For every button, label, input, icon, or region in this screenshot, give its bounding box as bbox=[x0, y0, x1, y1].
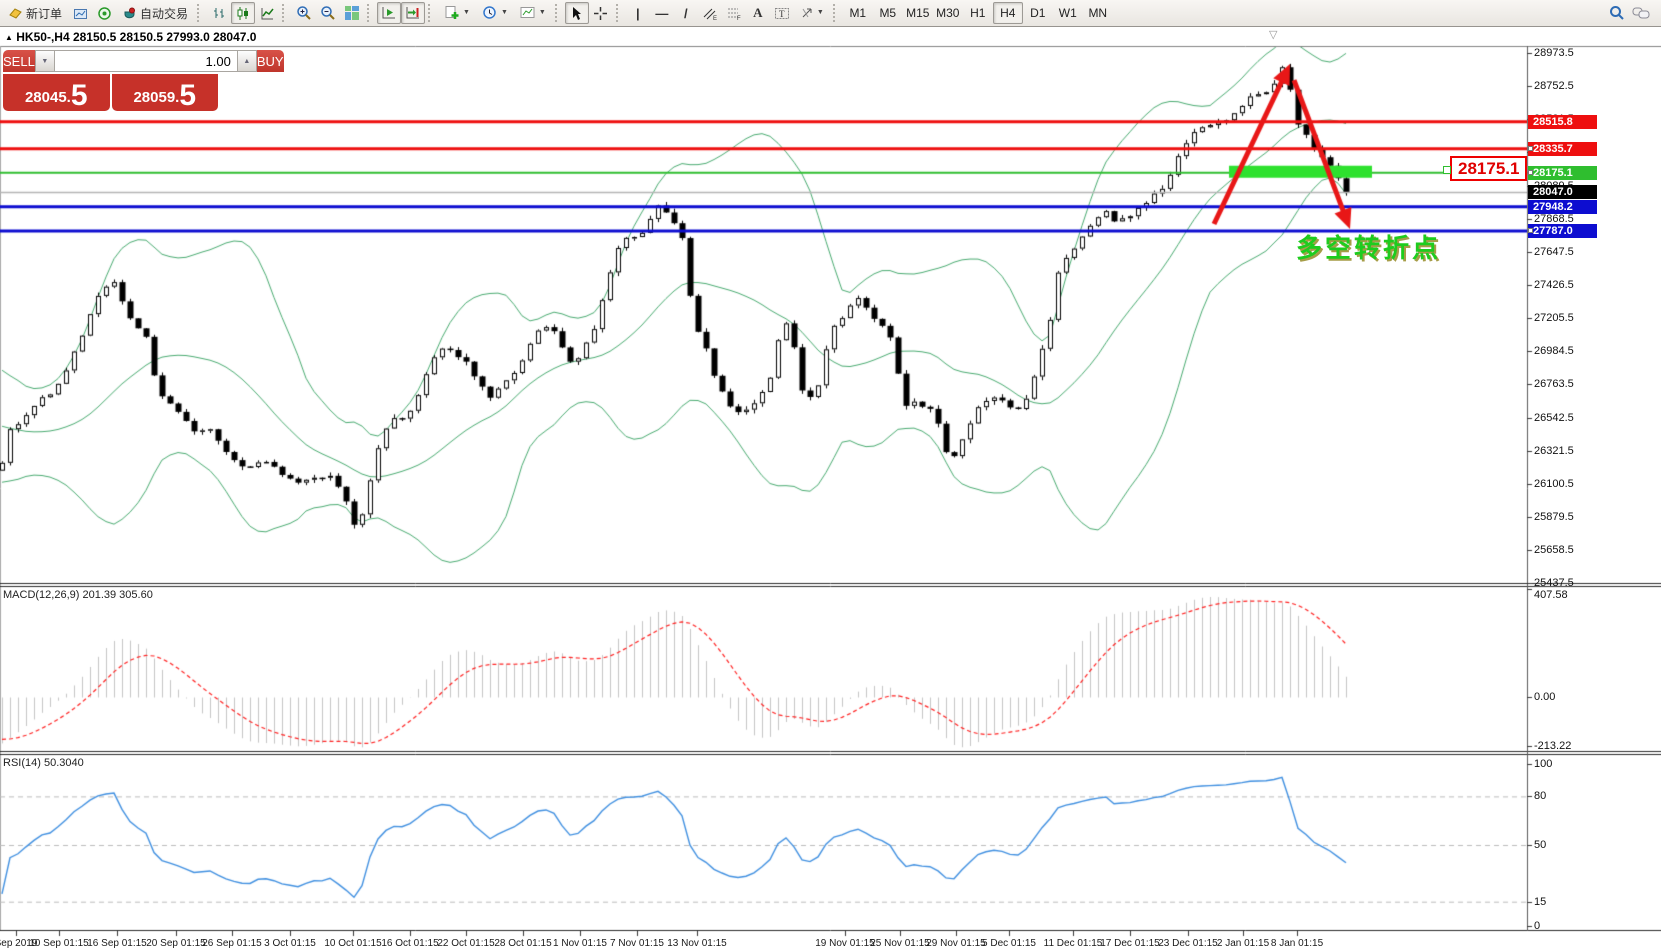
price-callout-label[interactable]: 28175.1 bbox=[1450, 156, 1527, 181]
timeframe-m5[interactable]: M5 bbox=[873, 2, 903, 24]
timeframe-m1[interactable]: M1 bbox=[843, 2, 873, 24]
volume-group: ▼ ▲ bbox=[35, 50, 257, 72]
cursor-button[interactable] bbox=[565, 2, 589, 24]
expert-advisors-button[interactable] bbox=[92, 2, 116, 24]
chevron-down-icon: ▼ bbox=[539, 10, 546, 16]
new-order-icon bbox=[8, 6, 23, 21]
chart-window-button[interactable] bbox=[68, 2, 92, 24]
chart-shift-button[interactable] bbox=[401, 2, 425, 24]
main-toolbar: 新订单 自动交易 bbox=[0, 0, 1661, 27]
label-button[interactable]: T bbox=[770, 2, 794, 24]
chart-canvas[interactable] bbox=[0, 0, 1661, 952]
autotrading-button[interactable]: 自动交易 bbox=[116, 2, 194, 24]
new-order-button[interactable]: 新订单 bbox=[2, 2, 68, 24]
buy-price-pip: 5 bbox=[179, 82, 196, 110]
zoom-out-button[interactable] bbox=[316, 2, 340, 24]
toolbar-grip bbox=[197, 4, 204, 22]
timeframe-d1[interactable]: D1 bbox=[1023, 2, 1053, 24]
chat-button[interactable] bbox=[1629, 2, 1653, 24]
toolbar-right-group bbox=[1605, 2, 1653, 24]
periods-button[interactable]: ▼ bbox=[476, 2, 514, 24]
zoom-in-button[interactable] bbox=[292, 2, 316, 24]
label-icon: T bbox=[774, 6, 790, 21]
indicators-button[interactable]: ▼ bbox=[438, 2, 476, 24]
svg-text:F: F bbox=[737, 16, 741, 21]
fibonacci-button[interactable]: F bbox=[722, 2, 746, 24]
chart-shift-marker-icon[interactable]: ▽ bbox=[1269, 28, 1277, 41]
cursor-icon bbox=[569, 6, 584, 21]
vertical-line-button[interactable]: | bbox=[626, 2, 650, 24]
chart-window-icon bbox=[73, 6, 88, 21]
buy-price[interactable]: 28059.5 bbox=[112, 74, 219, 111]
expert-advisors-icon bbox=[97, 6, 112, 21]
horizontal-line-button[interactable]: — bbox=[650, 2, 674, 24]
chevron-down-icon: ▼ bbox=[817, 10, 824, 16]
timeframe-m30[interactable]: M30 bbox=[933, 2, 963, 24]
volume-increase-button[interactable]: ▲ bbox=[237, 50, 257, 72]
equidistant-channel-button[interactable]: E bbox=[698, 2, 722, 24]
bar-chart-icon bbox=[212, 6, 227, 21]
candlestick-chart-icon bbox=[236, 6, 251, 21]
equidistant-channel-icon: E bbox=[702, 6, 718, 21]
chart-annotation-text[interactable]: 多空转折点 bbox=[1296, 228, 1441, 265]
line-chart-button[interactable] bbox=[255, 2, 279, 24]
buy-button[interactable]: BUY bbox=[257, 50, 284, 72]
periods-clock-icon bbox=[482, 5, 498, 21]
line-chart-icon bbox=[260, 6, 275, 21]
toolbar-grip bbox=[282, 4, 289, 22]
toolbar-grip bbox=[367, 4, 374, 22]
fibonacci-icon: F bbox=[726, 6, 742, 21]
svg-text:T: T bbox=[779, 9, 785, 19]
terminal-window: 新订单 自动交易 bbox=[0, 0, 1661, 952]
symbol-info: ▲ HK50-,H4 28150.5 28150.5 27993.0 28047… bbox=[5, 30, 256, 44]
auto-scroll-icon bbox=[381, 5, 397, 21]
buy-price-main: 28059 bbox=[133, 89, 175, 110]
sell-button[interactable]: SELL bbox=[3, 50, 35, 72]
sell-price[interactable]: 28045.5 bbox=[3, 74, 110, 111]
arrows-button[interactable]: ▼ bbox=[794, 2, 830, 24]
search-icon bbox=[1609, 5, 1625, 21]
chat-icon bbox=[1632, 5, 1650, 21]
candlestick-chart-button[interactable] bbox=[231, 2, 255, 24]
indicators-icon bbox=[444, 5, 460, 21]
chevron-down-icon: ▼ bbox=[463, 10, 470, 16]
toolbar-grip bbox=[428, 4, 435, 22]
arrows-icon bbox=[800, 6, 814, 20]
chevron-down-icon: ▼ bbox=[501, 10, 508, 16]
new-order-label: 新订单 bbox=[26, 5, 62, 22]
timeframe-m15[interactable]: M15 bbox=[903, 2, 933, 24]
timeframe-h4[interactable]: H4 bbox=[993, 2, 1023, 24]
search-button[interactable] bbox=[1605, 2, 1629, 24]
timeframe-w1[interactable]: W1 bbox=[1053, 2, 1083, 24]
toolbar-grip bbox=[555, 4, 562, 22]
crosshair-icon bbox=[593, 6, 608, 21]
zoom-out-icon bbox=[320, 5, 336, 21]
sell-price-main: 28045 bbox=[25, 89, 67, 110]
one-click-trading-panel: SELL ▼ ▲ BUY 28045.5 28059.5 bbox=[3, 50, 218, 111]
tick-up-icon: ▲ bbox=[5, 33, 13, 42]
volume-input[interactable] bbox=[55, 50, 237, 72]
trendline-button[interactable]: / bbox=[674, 2, 698, 24]
crosshair-button[interactable] bbox=[589, 2, 613, 24]
symbol-ohlc-text: HK50-,H4 28150.5 28150.5 27993.0 28047.0 bbox=[16, 30, 256, 44]
svg-text:E: E bbox=[713, 16, 717, 21]
text-button[interactable]: A bbox=[746, 2, 770, 24]
tile-windows-icon bbox=[344, 5, 360, 21]
toolbar-grip bbox=[616, 4, 623, 22]
tile-windows-button[interactable] bbox=[340, 2, 364, 24]
auto-scroll-button[interactable] bbox=[377, 2, 401, 24]
templates-icon bbox=[520, 5, 536, 21]
autotrading-label: 自动交易 bbox=[140, 5, 188, 22]
toolbar-grip bbox=[833, 4, 840, 22]
chart-shift-icon bbox=[405, 5, 421, 21]
autotrading-icon bbox=[122, 6, 137, 21]
sell-price-pip: 5 bbox=[71, 82, 88, 110]
zoom-in-icon bbox=[296, 5, 312, 21]
volume-decrease-button[interactable]: ▼ bbox=[35, 50, 55, 72]
timeframe-h1[interactable]: H1 bbox=[963, 2, 993, 24]
templates-button[interactable]: ▼ bbox=[514, 2, 552, 24]
timeframe-group: M1M5M15M30H1H4D1W1MN bbox=[843, 2, 1113, 24]
timeframe-mn[interactable]: MN bbox=[1083, 2, 1113, 24]
bar-chart-button[interactable] bbox=[207, 2, 231, 24]
